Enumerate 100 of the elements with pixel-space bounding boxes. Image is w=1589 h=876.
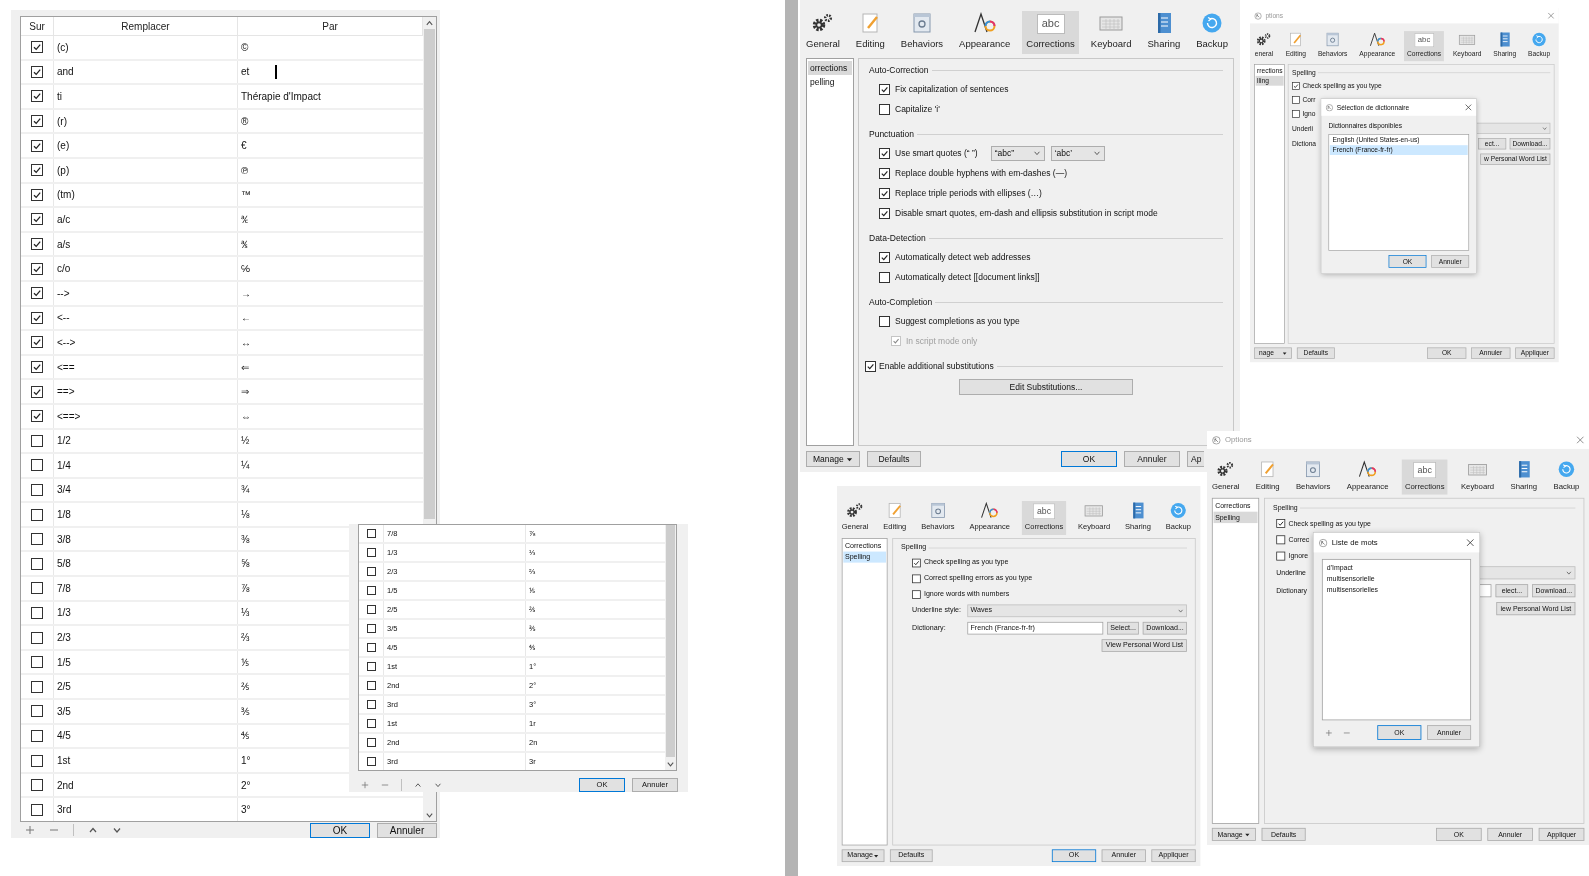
checkbox[interactable] bbox=[1276, 518, 1286, 528]
checkbox[interactable] bbox=[31, 729, 43, 742]
checkbox[interactable] bbox=[366, 757, 376, 766]
checkbox[interactable] bbox=[879, 83, 890, 95]
section-title: Enable additional substitutions bbox=[879, 359, 994, 373]
scrollbar[interactable] bbox=[665, 525, 676, 770]
checkbox[interactable] bbox=[1276, 534, 1286, 544]
button[interactable]: Edit Substitutions... bbox=[959, 379, 1133, 395]
menu-button[interactable]: Manage bbox=[806, 451, 860, 467]
close-icon[interactable] bbox=[1466, 538, 1475, 547]
checkbox[interactable] bbox=[31, 336, 43, 349]
checkbox[interactable] bbox=[31, 287, 43, 300]
toolbar-tab[interactable]: abc Corrections bbox=[1022, 10, 1079, 54]
scroll-thumb[interactable] bbox=[424, 29, 435, 519]
checkbox[interactable] bbox=[879, 271, 890, 283]
checkbox[interactable] bbox=[31, 213, 43, 226]
checkbox[interactable] bbox=[31, 434, 43, 447]
checkbox[interactable] bbox=[31, 361, 43, 373]
checkbox[interactable] bbox=[31, 311, 43, 324]
checkbox[interactable] bbox=[31, 238, 43, 251]
checkbox[interactable] bbox=[31, 41, 43, 54]
column-header[interactable]: Remplacer bbox=[54, 17, 238, 35]
add-icon[interactable] bbox=[25, 825, 35, 835]
checkbox[interactable] bbox=[366, 643, 376, 652]
checkbox[interactable] bbox=[31, 164, 43, 177]
checkbox[interactable] bbox=[31, 459, 43, 472]
checkbox[interactable] bbox=[1292, 95, 1300, 104]
button[interactable]: Annuler bbox=[1124, 451, 1180, 467]
checkbox[interactable] bbox=[1292, 81, 1300, 90]
checkbox[interactable] bbox=[31, 90, 43, 103]
toolbar-tab[interactable]: Editing bbox=[851, 8, 889, 54]
checkbox[interactable] bbox=[366, 719, 376, 728]
checkbox[interactable] bbox=[366, 681, 376, 690]
button[interactable]: OK bbox=[310, 822, 370, 838]
checkbox[interactable] bbox=[31, 656, 43, 669]
button[interactable]: Annuler bbox=[377, 822, 437, 838]
checkbox[interactable] bbox=[31, 557, 43, 570]
checkbox[interactable] bbox=[31, 779, 43, 792]
chevron-up-icon[interactable] bbox=[88, 825, 98, 835]
sidebar-item[interactable]: orrections bbox=[808, 61, 852, 75]
checkbox[interactable] bbox=[366, 529, 376, 538]
table-cell-text: a/c bbox=[57, 212, 71, 227]
checkbox[interactable] bbox=[879, 315, 890, 327]
chevron-down-icon[interactable] bbox=[1565, 569, 1573, 577]
chevron-down-icon[interactable] bbox=[1092, 149, 1101, 157]
chevron-down-icon[interactable] bbox=[112, 825, 122, 835]
checkbox[interactable] bbox=[366, 567, 376, 576]
checkbox[interactable] bbox=[31, 115, 43, 128]
table-cell-text: ™ bbox=[241, 188, 251, 203]
checkbox[interactable] bbox=[31, 385, 43, 398]
column-header[interactable]: Sur bbox=[21, 17, 54, 35]
checkbox[interactable] bbox=[31, 582, 43, 595]
toolbar-tab[interactable]: General bbox=[802, 8, 844, 54]
checkbox[interactable] bbox=[912, 574, 921, 583]
checkbox[interactable] bbox=[366, 700, 376, 709]
checkbox[interactable] bbox=[879, 251, 890, 263]
chevron-down-icon[interactable] bbox=[1177, 607, 1184, 614]
chevron-up-icon[interactable] bbox=[414, 780, 422, 789]
checkbox[interactable] bbox=[879, 147, 890, 159]
checkbox[interactable] bbox=[1292, 109, 1300, 118]
toolbar-tab[interactable]: Behaviors bbox=[896, 8, 948, 54]
button[interactable]: Ap bbox=[1187, 451, 1205, 467]
checkbox[interactable] bbox=[1276, 551, 1286, 561]
chevron-down-icon[interactable] bbox=[1032, 149, 1041, 157]
checkbox[interactable] bbox=[366, 662, 376, 671]
checkbox[interactable] bbox=[31, 410, 43, 423]
checkbox[interactable] bbox=[366, 548, 376, 557]
checkbox[interactable] bbox=[865, 360, 876, 372]
checkbox[interactable] bbox=[31, 533, 43, 546]
checkbox[interactable] bbox=[31, 606, 43, 619]
checkbox[interactable] bbox=[366, 605, 376, 614]
checkbox[interactable] bbox=[31, 188, 43, 201]
checkbox[interactable] bbox=[366, 738, 376, 747]
checkbox[interactable] bbox=[31, 65, 43, 78]
toolbar-tab[interactable]: Sharing bbox=[1143, 8, 1185, 54]
button[interactable]: Defaults bbox=[867, 451, 921, 467]
checkbox[interactable] bbox=[31, 139, 43, 152]
checkbox[interactable] bbox=[31, 680, 43, 693]
checkbox[interactable] bbox=[879, 187, 890, 199]
checkbox[interactable] bbox=[366, 586, 376, 595]
checkbox[interactable] bbox=[31, 484, 43, 496]
checkbox[interactable] bbox=[879, 103, 890, 115]
checkbox[interactable] bbox=[879, 167, 890, 179]
toolbar-tab[interactable]: Appearance bbox=[955, 8, 1015, 54]
toolbar-tab[interactable]: Keyboard bbox=[1086, 8, 1136, 54]
dropdown[interactable]: ‘abc’ bbox=[1050, 145, 1105, 161]
checkbox[interactable] bbox=[912, 589, 921, 599]
button[interactable]: OK bbox=[1061, 451, 1117, 467]
checkbox[interactable] bbox=[31, 754, 43, 767]
checkbox[interactable] bbox=[31, 803, 43, 816]
checkbox[interactable] bbox=[31, 262, 43, 275]
checkbox[interactable] bbox=[31, 508, 43, 521]
scroll-thumb[interactable] bbox=[666, 525, 675, 757]
checkbox[interactable] bbox=[912, 558, 921, 567]
checkbox[interactable] bbox=[879, 207, 890, 219]
checkbox[interactable] bbox=[366, 624, 376, 633]
dropdown[interactable]: “abc” bbox=[990, 145, 1045, 161]
checkbox[interactable] bbox=[31, 705, 43, 718]
checkbox[interactable] bbox=[31, 631, 43, 644]
toolbar-tab[interactable]: Backup bbox=[1192, 8, 1232, 54]
